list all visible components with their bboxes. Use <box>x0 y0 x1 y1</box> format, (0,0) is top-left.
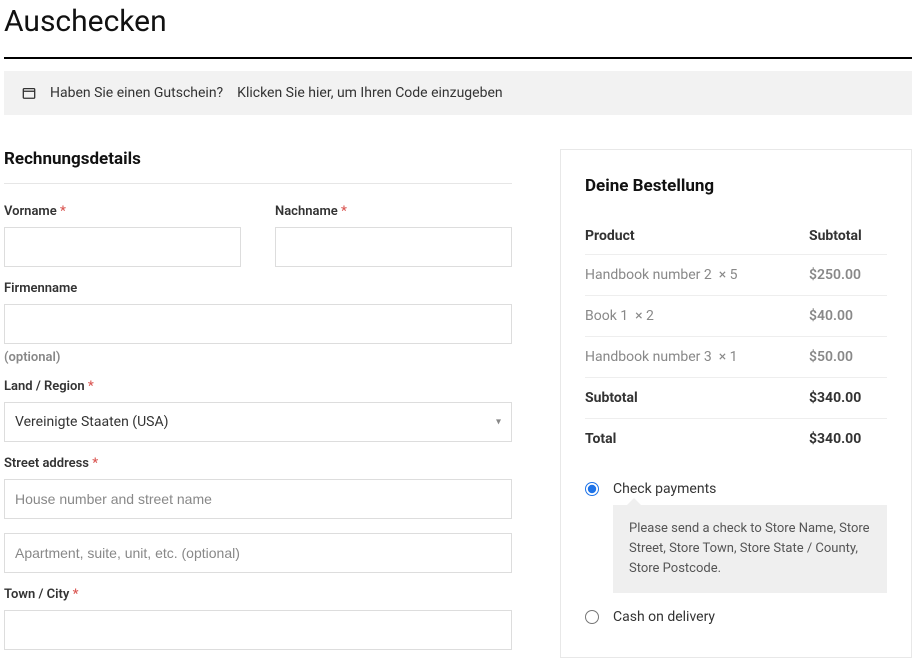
last-name-input[interactable] <box>275 227 512 267</box>
item-subtotal: $250.00 <box>801 255 887 296</box>
first-name-label: Vorname * <box>4 204 241 219</box>
order-summary: Deine Bestellung Product Subtotal Handbo… <box>560 149 912 658</box>
company-label: Firmenname <box>4 281 512 296</box>
payment-check[interactable]: Check payments <box>585 481 887 497</box>
company-optional-hint: (optional) <box>4 350 512 365</box>
payment-cod[interactable]: Cash on delivery <box>585 609 887 625</box>
order-item: Handbook number 2 × 5 $250.00 <box>585 255 887 296</box>
city-label: Town / City * <box>4 587 512 602</box>
item-subtotal: $40.00 <box>801 296 887 337</box>
item-qty: × 5 <box>719 267 738 283</box>
street-address-1-input[interactable] <box>4 479 512 519</box>
subtotal-label: Subtotal <box>585 378 801 419</box>
order-heading: Deine Bestellung <box>585 176 887 196</box>
country-select[interactable]: Vereinigte Staaten (USA) ▾ <box>4 402 512 442</box>
total-value: $340.00 <box>801 419 887 460</box>
required-asterisk: * <box>73 587 79 602</box>
item-name: Handbook number 3 <box>585 349 712 365</box>
order-item: Handbook number 3 × 1 $50.00 <box>585 337 887 378</box>
required-asterisk: * <box>88 379 94 394</box>
coupon-toggle-link[interactable]: Klicken Sie hier, um Ihren Code einzugeb… <box>237 85 502 101</box>
country-label: Land / Region * <box>4 379 512 394</box>
street-label: Street address * <box>4 456 512 471</box>
payment-cod-radio[interactable] <box>585 610 599 624</box>
order-table: Product Subtotal Handbook number 2 × 5 $… <box>585 218 887 459</box>
first-name-input[interactable] <box>4 227 241 267</box>
billing-section: Rechnungsdetails Vorname * Nachname * <box>4 149 512 664</box>
country-label-text: Land / Region <box>4 379 85 394</box>
required-asterisk: * <box>341 204 347 219</box>
item-name: Book 1 <box>585 308 628 324</box>
first-name-label-text: Vorname <box>4 204 57 219</box>
payment-methods: Check payments Please send a check to St… <box>585 481 887 625</box>
payment-cod-label: Cash on delivery <box>613 609 715 625</box>
company-input[interactable] <box>4 304 512 344</box>
street-label-text: Street address <box>4 456 89 471</box>
order-subtotal-row: Subtotal $340.00 <box>585 378 887 419</box>
page-title: Auschecken <box>4 4 912 39</box>
item-qty: × 1 <box>719 349 738 365</box>
country-selected-value: Vereinigte Staaten (USA) <box>15 414 168 430</box>
billing-heading: Rechnungsdetails <box>4 149 512 184</box>
item-name: Handbook number 2 <box>585 267 712 283</box>
col-subtotal: Subtotal <box>801 218 887 255</box>
payment-check-description: Please send a check to Store Name, Store… <box>613 505 887 593</box>
subtotal-value: $340.00 <box>801 378 887 419</box>
col-product: Product <box>585 218 801 255</box>
payment-check-label: Check payments <box>613 481 716 497</box>
payment-check-radio[interactable] <box>585 482 599 496</box>
required-asterisk: * <box>92 456 98 471</box>
item-subtotal: $50.00 <box>801 337 887 378</box>
order-total-row: Total $340.00 <box>585 419 887 460</box>
coupon-question: Haben Sie einen Gutschein? <box>50 85 223 101</box>
city-label-text: Town / City <box>4 587 69 602</box>
total-label: Total <box>585 419 801 460</box>
title-divider <box>4 57 912 59</box>
last-name-label: Nachname * <box>275 204 512 219</box>
order-item: Book 1 × 2 $40.00 <box>585 296 887 337</box>
required-asterisk: * <box>60 204 66 219</box>
coupon-notice: Haben Sie einen Gutschein? Klicken Sie h… <box>4 71 912 115</box>
coupon-icon <box>22 86 36 100</box>
chevron-down-icon: ▾ <box>496 417 501 428</box>
city-input[interactable] <box>4 610 512 650</box>
last-name-label-text: Nachname <box>275 204 338 219</box>
item-qty: × 2 <box>635 308 654 324</box>
street-address-2-input[interactable] <box>4 533 512 573</box>
